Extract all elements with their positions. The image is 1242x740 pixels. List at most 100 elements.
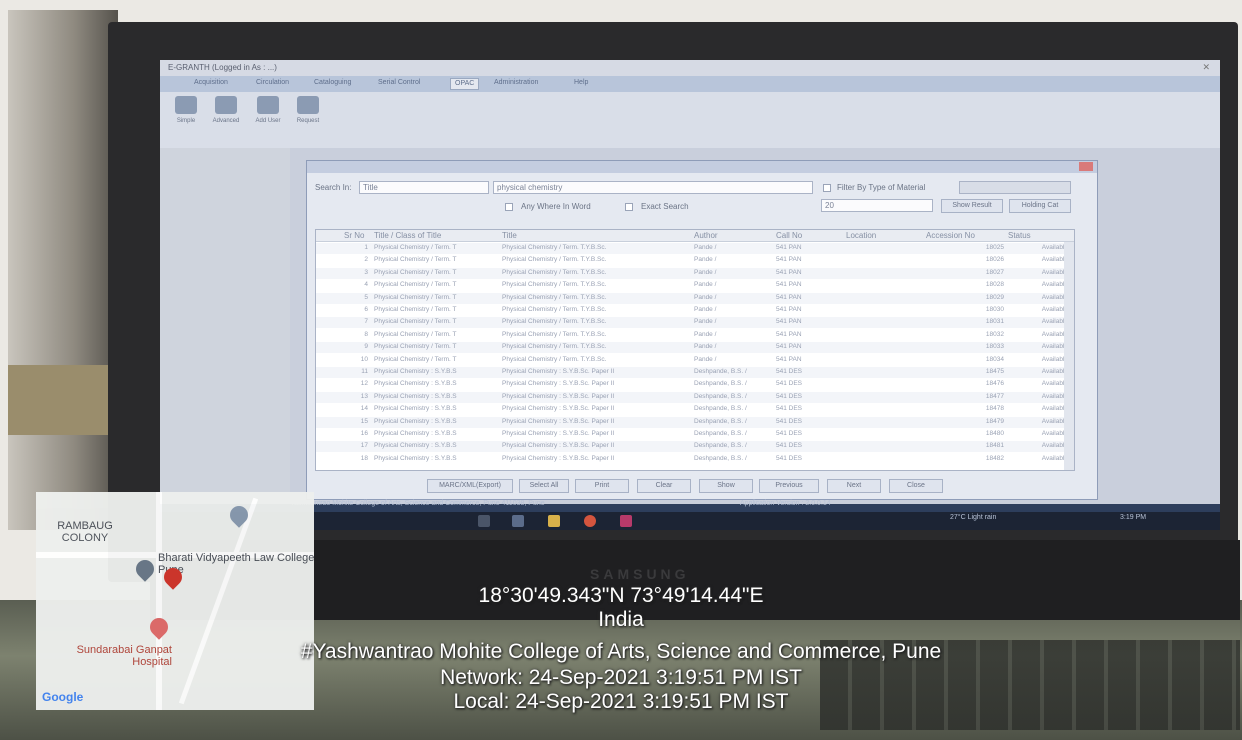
col-call-no[interactable]: Call No (776, 231, 802, 240)
cell-sr-no: 12 (360, 380, 368, 388)
col-location[interactable]: Location (846, 231, 876, 240)
advanced-search-button[interactable]: Advanced (210, 96, 242, 140)
tab-serial-control[interactable]: Serial Control (374, 78, 424, 90)
cell-status: Available (1041, 343, 1068, 351)
select-all-button[interactable]: Select All (519, 479, 569, 493)
col-author[interactable]: Author (694, 231, 718, 240)
material-type-select[interactable] (959, 181, 1071, 194)
col-status[interactable]: Status (1008, 231, 1031, 240)
search-in-label: Search In: (315, 183, 352, 192)
cell-accession-no: 18475 (985, 368, 1004, 375)
table-row[interactable]: 2 Physical Chemistry / Term. T Physical Ch… (316, 255, 1074, 266)
cell-call-no: 541 PAN (776, 293, 802, 301)
table-row[interactable]: 14 Physical Chemistry : S.Y.B.S Physical C… (316, 404, 1074, 415)
close-button[interactable]: Close (889, 479, 943, 493)
show-button[interactable]: Show (699, 479, 753, 493)
table-row[interactable]: 4 Physical Chemistry / Term. T Physical Ch… (316, 280, 1074, 291)
cell-title: Physical Chemistry / Term. T.Y.B.Sc. (502, 306, 607, 313)
app-icon[interactable] (620, 515, 632, 527)
page-size-select[interactable]: 20 (821, 199, 933, 212)
college-status: Yashwantrao Mohite College of Arts, Scie… (290, 500, 545, 507)
cell-sr-no: 5 (364, 293, 368, 301)
filter-material-checkbox[interactable] (823, 184, 831, 192)
local-time: Local: 24-Sep-2021 3:19:51 PM IST (453, 690, 789, 713)
cell-sr-no: 3 (364, 268, 368, 276)
tab-help[interactable]: Help (570, 78, 592, 90)
tab-cataloguing[interactable]: Cataloguing (310, 78, 355, 90)
simple-search-button[interactable]: Simple (170, 96, 202, 140)
tab-acquisition[interactable]: Acquisition (190, 78, 232, 90)
cell-accession-no: 18033 (985, 343, 1004, 351)
cell-sr-no: 14 (360, 405, 368, 413)
cell-accession-no: 18030 (985, 306, 1004, 313)
table-row[interactable]: 16 Physical Chemistry : S.Y.B.S Physical C… (316, 429, 1074, 440)
cell-author: Pande / (694, 355, 717, 363)
cell-status: Available (1041, 417, 1068, 425)
search-icon[interactable] (478, 515, 490, 527)
add-user-button[interactable]: Add User (252, 96, 284, 140)
cell-accession-no: 18479 (985, 417, 1004, 425)
cell-class-title: Physical Chemistry / Term. T (374, 244, 457, 251)
cell-sr-no: 13 (360, 392, 368, 400)
table-row[interactable]: 5 Physical Chemistry / Term. T Physical Ch… (316, 292, 1074, 304)
cell-title: Physical Chemistry : S.Y.B.Sc. Paper II (502, 417, 615, 425)
folder-icon[interactable] (548, 515, 560, 527)
search-in-select[interactable]: Title (359, 181, 489, 194)
any-where-checkbox[interactable] (505, 203, 513, 211)
table-row[interactable]: 6 Physical Chemistry / Term. T Physical Ch… (316, 305, 1074, 316)
exact-search-checkbox[interactable] (625, 203, 633, 211)
print-button[interactable]: Print (575, 479, 629, 493)
table-scrollbar[interactable] (1064, 242, 1074, 470)
chrome-icon[interactable] (584, 515, 596, 527)
table-row[interactable]: 7 Physical Chemistry / Term. T Physical Ch… (316, 317, 1074, 329)
table-row[interactable]: 15 Physical Chemistry : S.Y.B.S Physical C… (316, 416, 1074, 428)
cell-call-no: 541 DES (776, 430, 803, 437)
col-class-title[interactable]: Title / Class of Title (374, 231, 441, 240)
table-row[interactable]: 10 Physical Chemistry / Term. T Physical C… (316, 355, 1074, 366)
request-button[interactable]: Request (292, 96, 324, 140)
marc-export-button[interactable]: MARC/XML(Export) (427, 479, 513, 493)
show-result-button[interactable]: Show Result (941, 199, 1003, 213)
previous-button[interactable]: Previous (759, 479, 819, 493)
exact-search-label: Exact Search (641, 202, 689, 211)
cell-author: Deshpande, B.S. / (694, 368, 747, 375)
printer-icon (257, 96, 279, 114)
cell-sr-no: 1 (364, 244, 368, 251)
table-row[interactable]: 11 Physical Chemistry : S.Y.B.S Physical C… (316, 367, 1074, 378)
table-row[interactable]: 9 Physical Chemistry / Term. T Physical Ch… (316, 342, 1074, 354)
cell-title: Physical Chemistry : S.Y.B.Sc. Paper II (502, 430, 615, 437)
opac-search-dialog: Search In: Title physical chemistry Filt… (306, 160, 1098, 500)
app-title-bar: E-GRANTH (Logged in As : ...) ✕ (160, 60, 1220, 76)
cell-title: Physical Chemistry / Term. T.Y.B.Sc. (502, 355, 607, 363)
cell-accession-no: 18029 (985, 293, 1004, 301)
tab-administration[interactable]: Administration (490, 78, 542, 90)
clear-button[interactable]: Clear (637, 479, 691, 493)
table-row[interactable]: 1 Physical Chemistry / Term. T Physical Ch… (316, 243, 1074, 254)
search-query-input[interactable]: physical chemistry (493, 181, 813, 194)
cell-status: Available (1041, 256, 1068, 264)
cell-call-no: 541 DES (776, 368, 803, 375)
cell-author: Pande / (694, 256, 717, 264)
table-row[interactable]: 12 Physical Chemistry : S.Y.B.S Physical C… (316, 379, 1074, 390)
cell-author: Pande / (694, 281, 717, 289)
table-row[interactable]: 3 Physical Chemistry / Term. T Physical Ch… (316, 267, 1074, 279)
results-table: Sr No Title / Class of Title Title Autho… (315, 229, 1075, 471)
col-title[interactable]: Title (502, 231, 517, 240)
holding-cat-button[interactable]: Holding Cat (1009, 199, 1071, 213)
table-row[interactable]: 13 Physical Chemistry : S.Y.B.S Physical C… (316, 391, 1074, 403)
weather-tray[interactable]: 27°C Light rain (950, 514, 996, 521)
tab-opac[interactable]: OPAC (450, 78, 480, 90)
filter-material-label: Filter By Type of Material (837, 183, 926, 192)
col-accession-no[interactable]: Accession No (926, 231, 975, 240)
table-row[interactable]: 8 Physical Chemistry / Term. T Physical Ch… (316, 330, 1074, 341)
next-button[interactable]: Next (827, 479, 881, 493)
tray-clock[interactable]: 3:19 PM (1120, 514, 1146, 521)
table-row[interactable]: 18 Physical Chemistry : S.Y.B.S Physical C… (316, 454, 1074, 465)
col-sr-no[interactable]: Sr No (344, 231, 364, 240)
window-close-icon[interactable]: ✕ (1202, 62, 1210, 73)
cell-accession-no: 18480 (985, 430, 1004, 437)
table-row[interactable]: 17 Physical Chemistry : S.Y.B.S Physical C… (316, 441, 1074, 453)
tab-circulation[interactable]: Circulation (252, 78, 293, 90)
task-view-icon[interactable] (512, 515, 524, 527)
dialog-close-icon[interactable] (1079, 162, 1093, 171)
